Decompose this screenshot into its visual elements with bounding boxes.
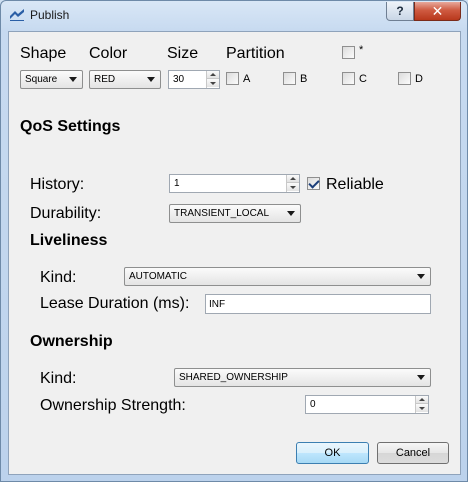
size-spinbox[interactable]: 30 bbox=[168, 70, 220, 89]
partition-b-checkbox[interactable] bbox=[283, 72, 296, 85]
ownership-kind-label: Kind: bbox=[40, 370, 77, 387]
partition-c-checkbox[interactable] bbox=[342, 72, 355, 85]
shape-select-value: Square bbox=[25, 74, 58, 85]
size-spin-buttons bbox=[206, 71, 219, 88]
help-icon: ? bbox=[396, 4, 404, 18]
help-button[interactable]: ? bbox=[386, 2, 414, 21]
size-label: Size bbox=[167, 45, 199, 62]
history-decrement-button[interactable] bbox=[287, 183, 299, 191]
liveliness-kind-label: Kind: bbox=[40, 269, 77, 286]
partition-star-label: * bbox=[359, 44, 364, 56]
qos-section-title: QoS Settings bbox=[20, 118, 121, 135]
liveliness-kind-select[interactable]: AUTOMATIC bbox=[124, 267, 431, 286]
ownership-strength-value: 0 bbox=[310, 399, 316, 410]
size-decrement-button[interactable] bbox=[207, 79, 219, 87]
reliable-checkbox[interactable] bbox=[307, 177, 320, 190]
color-select[interactable]: RED bbox=[89, 70, 161, 89]
color-select-value: RED bbox=[94, 74, 116, 85]
ownership-kind-select[interactable]: SHARED_OWNERSHIP bbox=[174, 368, 431, 387]
ok-button[interactable]: OK bbox=[296, 442, 369, 464]
partition-d-checkbox[interactable] bbox=[398, 72, 411, 85]
cancel-button[interactable]: Cancel bbox=[377, 442, 449, 464]
dialog-body: Shape Color Size Partition * Square RED … bbox=[8, 31, 461, 475]
reliable-label: Reliable bbox=[326, 176, 384, 193]
size-increment-button[interactable] bbox=[207, 71, 219, 79]
durability-select[interactable]: TRANSIENT_LOCAL bbox=[169, 204, 301, 223]
durability-select-value: TRANSIENT_LOCAL bbox=[174, 208, 270, 219]
partition-label: Partition bbox=[226, 45, 285, 62]
size-value: 30 bbox=[173, 74, 185, 85]
arrow-down-icon bbox=[210, 81, 216, 85]
arrow-down-icon bbox=[419, 406, 425, 410]
close-icon: ✕ bbox=[431, 2, 444, 19]
durability-label: Durability: bbox=[30, 205, 102, 222]
window-title: Publish bbox=[30, 8, 70, 22]
arrow-up-icon bbox=[210, 73, 216, 76]
history-increment-button[interactable] bbox=[287, 175, 299, 183]
strength-decrement-button[interactable] bbox=[416, 404, 428, 412]
publish-dialog: Publish ? ✕ Shape Color Size Partition *… bbox=[0, 0, 468, 482]
strength-increment-button[interactable] bbox=[416, 396, 428, 404]
chevron-down-icon bbox=[69, 77, 77, 82]
history-spinbox[interactable]: 1 bbox=[169, 174, 300, 193]
liveliness-kind-value: AUTOMATIC bbox=[129, 271, 187, 282]
title-bar[interactable]: Publish ? ✕ bbox=[1, 1, 467, 29]
partition-d-label: D bbox=[415, 73, 423, 85]
chevron-down-icon bbox=[147, 77, 155, 82]
color-label: Color bbox=[89, 45, 128, 62]
arrow-up-icon bbox=[290, 177, 296, 180]
lease-duration-label: Lease Duration (ms): bbox=[40, 295, 190, 312]
partition-a-checkbox[interactable] bbox=[226, 72, 239, 85]
app-icon bbox=[10, 9, 24, 21]
shape-select[interactable]: Square bbox=[20, 70, 83, 89]
partition-b-label: B bbox=[300, 73, 308, 85]
history-value: 1 bbox=[174, 178, 180, 189]
shape-label: Shape bbox=[20, 45, 67, 62]
ownership-strength-label: Ownership Strength: bbox=[40, 397, 186, 414]
history-spin-buttons bbox=[286, 175, 299, 192]
partition-a-label: A bbox=[243, 73, 251, 85]
chevron-down-icon bbox=[417, 274, 425, 279]
close-button[interactable]: ✕ bbox=[414, 2, 461, 21]
arrow-up-icon bbox=[419, 398, 425, 401]
ownership-strength-spinbox[interactable]: 0 bbox=[305, 395, 429, 414]
chevron-down-icon bbox=[417, 375, 425, 380]
history-label: History: bbox=[30, 176, 85, 193]
lease-duration-input[interactable]: INF bbox=[205, 294, 431, 314]
arrow-down-icon bbox=[290, 185, 296, 189]
partition-star-checkbox[interactable] bbox=[342, 46, 355, 59]
liveliness-section-title: Liveliness bbox=[30, 232, 108, 249]
ownership-kind-value: SHARED_OWNERSHIP bbox=[179, 372, 288, 383]
partition-c-label: C bbox=[359, 73, 367, 85]
ownership-section-title: Ownership bbox=[30, 333, 113, 350]
chevron-down-icon bbox=[287, 211, 295, 216]
ownership-strength-spin-buttons bbox=[415, 396, 428, 413]
